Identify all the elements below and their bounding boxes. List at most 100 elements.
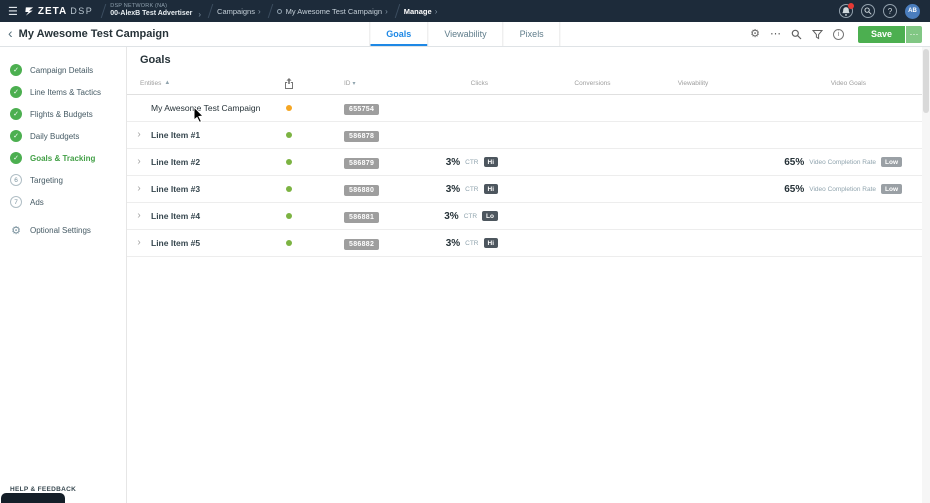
sidebar-item-campaign-details[interactable]: ✓ Campaign Details <box>0 59 126 81</box>
tab-viewability[interactable]: Viewability <box>427 22 502 46</box>
sort-asc-icon: ▲ <box>164 80 170 86</box>
vcr-priority-badge: Low <box>881 184 902 194</box>
zeta-logo[interactable]: ZETA DSP <box>24 6 93 17</box>
ctr-value: 3% <box>444 211 458 222</box>
chevron-right-icon: › <box>258 7 261 16</box>
id-badge: 586879 <box>344 158 379 169</box>
id-badge: 586881 <box>344 212 379 223</box>
id-badge: 655754 <box>344 104 379 115</box>
product-name: DSP <box>70 6 93 16</box>
column-viewability[interactable]: Viewability <box>625 80 735 87</box>
table-row-campaign[interactable]: My Awesome Test Campaign 655754 <box>127 95 930 122</box>
sidebar-item-goals-tracking[interactable]: ✓ Goals & Tracking <box>0 147 126 169</box>
search-icon[interactable] <box>791 29 802 40</box>
column-id[interactable]: ID ▾ <box>300 80 420 87</box>
entity-name[interactable]: Line Item #3 <box>151 184 278 194</box>
ctr-label: CTR <box>464 213 477 220</box>
table-row-line-item[interactable]: › Line Item #4 586881 3% CTR Lo <box>127 203 930 230</box>
table-row-line-item[interactable]: › Line Item #1 586878 <box>127 122 930 149</box>
expand-chevron-icon[interactable]: › <box>127 211 151 221</box>
entity-name[interactable]: Line Item #2 <box>151 157 278 167</box>
ctr-priority-badge: Lo <box>482 211 498 221</box>
top-nav-bar: ☰ ZETA DSP DSP NETWORK (NA) 00-AlexB Tes… <box>0 0 930 22</box>
settings-gear-icon[interactable]: ⚙ <box>750 29 760 40</box>
sort-desc-icon: ▾ <box>353 80 356 87</box>
expand-chevron-icon[interactable]: › <box>127 184 151 194</box>
advertiser-selector[interactable]: DSP NETWORK (NA) 00-AlexB Test Advertise… <box>110 3 204 19</box>
ctr-value: 3% <box>446 157 460 168</box>
expand-chevron-icon[interactable]: › <box>127 157 151 167</box>
expand-chevron-icon[interactable]: › <box>127 238 151 248</box>
brand-name: ZETA <box>38 6 67 17</box>
tab-pixels[interactable]: Pixels <box>503 22 561 46</box>
breadcrumb-campaigns[interactable]: Campaigns <box>217 7 255 16</box>
table-row-line-item[interactable]: › Line Item #5 586882 3% CTR Hi <box>127 230 930 257</box>
save-options-button[interactable]: ⋯ <box>906 26 922 43</box>
ctr-label: CTR <box>465 240 478 247</box>
tab-goals[interactable]: Goals <box>369 22 427 46</box>
zeta-logo-mark <box>24 6 35 17</box>
entity-name[interactable]: Line Item #4 <box>151 211 278 221</box>
column-clicks[interactable]: Clicks <box>420 80 500 87</box>
entity-name[interactable]: Line Item #5 <box>151 238 278 248</box>
tab-bar: Goals Viewability Pixels <box>369 22 560 46</box>
gear-icon: ⚙ <box>10 224 22 237</box>
table-row-line-item[interactable]: › Line Item #2 586879 3% CTR Hi 65% Vide… <box>127 149 930 176</box>
column-conversions[interactable]: Conversions <box>500 80 625 87</box>
hamburger-menu-icon[interactable]: ☰ <box>6 5 24 18</box>
column-entities[interactable]: Entities ▲ <box>127 80 278 87</box>
help-button[interactable]: ? <box>883 4 897 18</box>
user-avatar[interactable]: AB <box>905 4 920 19</box>
page-title: My Awesome Test Campaign <box>19 28 169 40</box>
info-icon[interactable]: i <box>833 29 844 40</box>
status-dot-active <box>286 132 292 138</box>
breadcrumb-divider <box>394 4 400 18</box>
entity-name[interactable]: Line Item #1 <box>151 130 278 140</box>
breadcrumb-manage[interactable]: Manage <box>404 7 432 16</box>
notifications-button[interactable] <box>839 4 853 18</box>
vcr-priority-badge: Low <box>881 157 902 167</box>
more-options-icon[interactable]: ⋯ <box>770 29 781 40</box>
table-row-line-item[interactable]: › Line Item #3 586880 3% CTR Hi 65% Vide… <box>127 176 930 203</box>
id-badge: 586878 <box>344 131 379 142</box>
breadcrumb-campaign[interactable]: My Awesome Test Campaign <box>286 7 382 16</box>
vcr-value: 65% <box>784 184 804 195</box>
ctr-priority-badge: Hi <box>484 238 499 248</box>
chevron-right-icon: › <box>385 7 388 16</box>
column-video-goals[interactable]: Video Goals <box>735 80 930 87</box>
entity-name[interactable]: My Awesome Test Campaign <box>151 103 278 113</box>
status-dot-active <box>286 186 292 192</box>
status-dot-active <box>286 159 292 165</box>
notification-badge <box>848 3 854 9</box>
sidebar-item-flights-budgets[interactable]: ✓ Flights & Budgets <box>0 103 126 125</box>
sidebar-item-targeting[interactable]: 6 Targeting <box>0 169 126 191</box>
status-dot-active <box>286 240 292 246</box>
export-column-icon[interactable] <box>278 78 300 89</box>
help-feedback-link[interactable]: HELP & FEEDBACK <box>10 486 76 493</box>
breadcrumb-divider <box>101 4 107 18</box>
sidebar-item-daily-budgets[interactable]: ✓ Daily Budgets <box>0 125 126 147</box>
sidebar-item-ads[interactable]: 7 Ads <box>0 191 126 213</box>
ctr-priority-badge: Hi <box>484 157 499 167</box>
sidebar-item-optional-settings[interactable]: ⚙ Optional Settings <box>0 219 126 242</box>
global-search-button[interactable] <box>861 4 875 18</box>
goals-panel: Goals Entities ▲ ID ▾ Clicks Conversions… <box>127 47 930 503</box>
scrollbar-thumb[interactable] <box>923 49 929 113</box>
campaign-steps-sidebar: ✓ Campaign Details ✓ Line Items & Tactic… <box>0 47 127 503</box>
vcr-value: 65% <box>784 157 804 168</box>
check-icon: ✓ <box>10 108 22 120</box>
ctr-value: 3% <box>446 238 460 249</box>
expand-chevron-icon[interactable]: › <box>127 130 151 140</box>
back-button[interactable]: ‹ <box>0 26 19 42</box>
check-icon: ✓ <box>10 64 22 76</box>
filter-icon[interactable] <box>812 29 823 40</box>
vertical-scrollbar[interactable] <box>922 47 930 503</box>
chevron-right-icon: › <box>435 7 438 16</box>
breadcrumb-divider <box>208 4 214 18</box>
save-button[interactable]: Save <box>858 26 905 43</box>
ctr-value: 3% <box>446 184 460 195</box>
sidebar-item-line-items-tactics[interactable]: ✓ Line Items & Tactics <box>0 81 126 103</box>
table-header: Entities ▲ ID ▾ Clicks Conversions Viewa… <box>127 72 930 95</box>
check-icon: ✓ <box>10 130 22 142</box>
status-dot-paused <box>286 105 292 111</box>
